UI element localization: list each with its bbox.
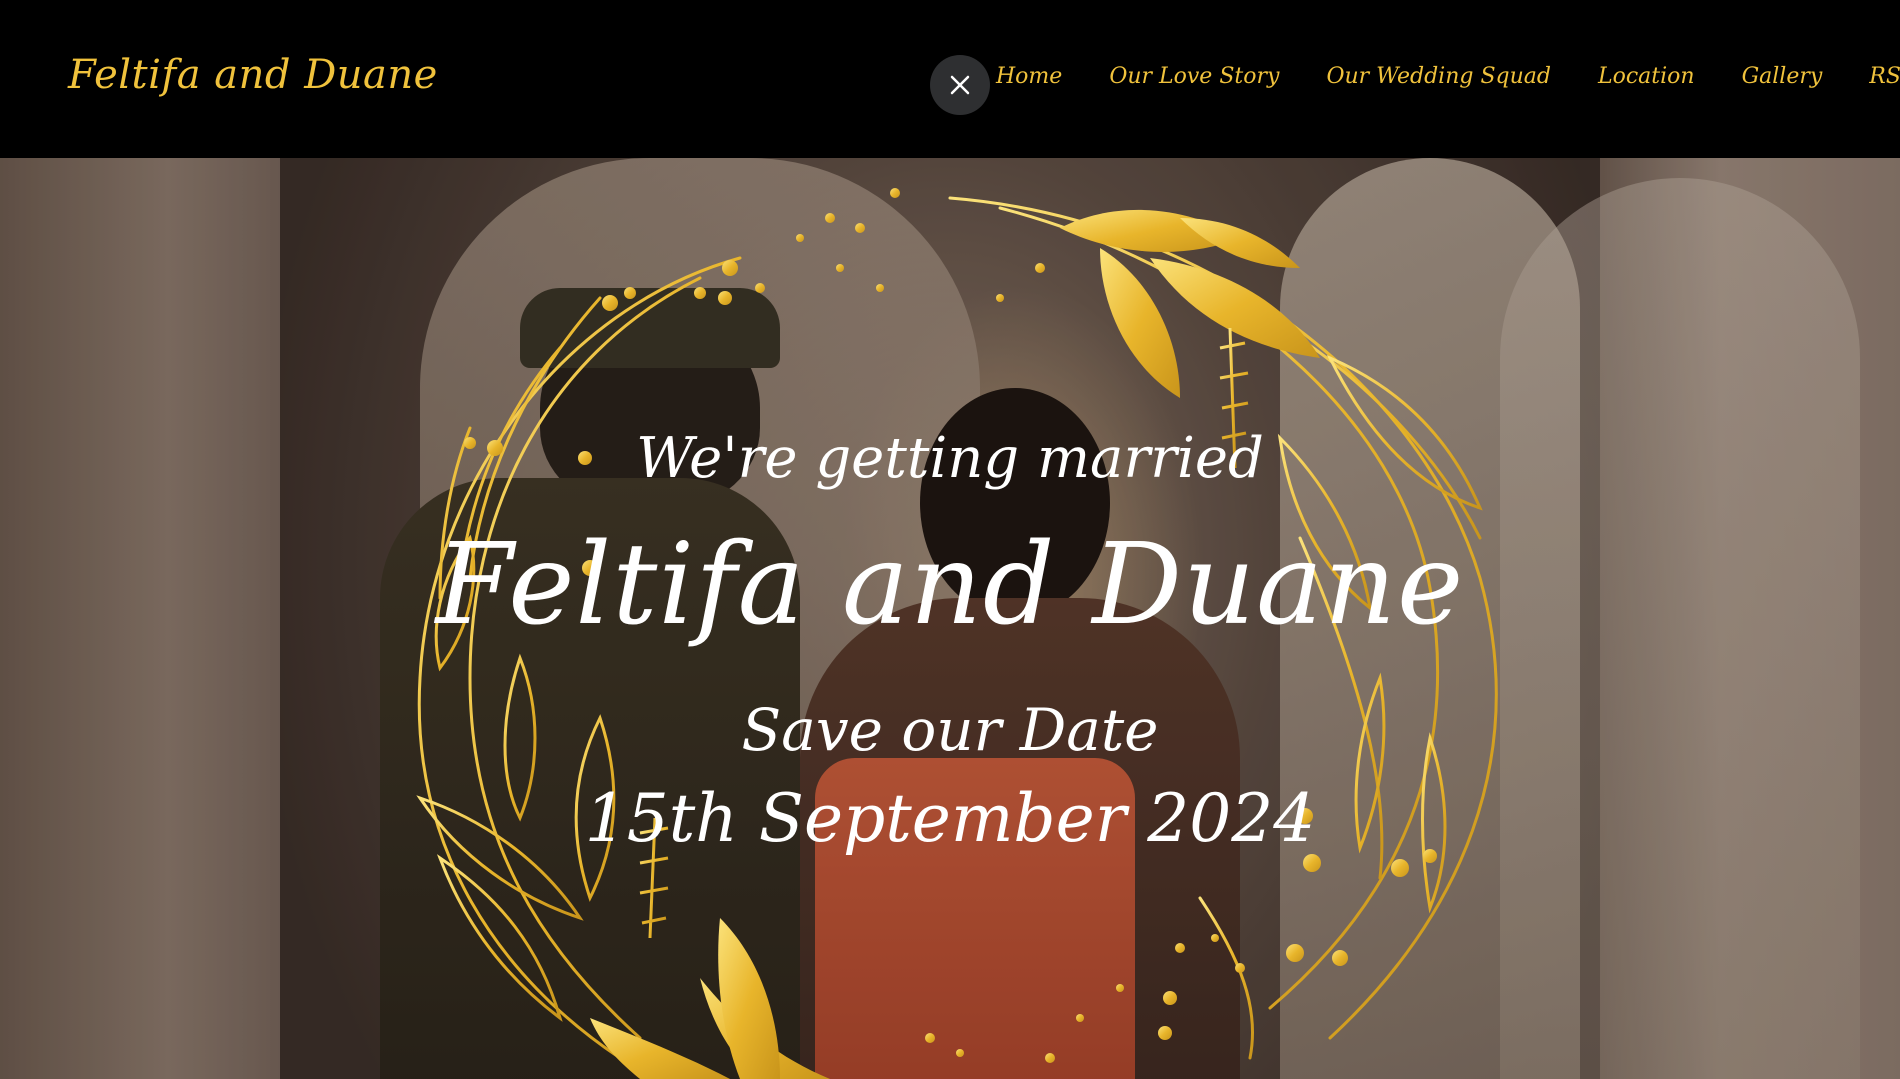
hero-tagline: We're getting married xyxy=(636,426,1264,491)
nav-item-our-love-story[interactable]: Our Love Story xyxy=(1109,64,1279,89)
nav-item-location[interactable]: Location xyxy=(1598,64,1695,89)
hero-text-block: We're getting married Feltifa and Duane … xyxy=(0,158,1900,1079)
nav-item-gallery[interactable]: Gallery xyxy=(1742,64,1823,89)
nav-item-home[interactable]: Home xyxy=(996,64,1062,89)
main-nav: Home Our Love Story Our Wedding Squad Lo… xyxy=(996,64,1900,89)
navbar: Feltifa and Duane Home Our Love Story Ou… xyxy=(0,0,1900,158)
nav-item-rsvp[interactable]: RSVP xyxy=(1869,64,1900,89)
close-menu-button[interactable] xyxy=(930,55,990,115)
wedding-date: 15th September 2024 xyxy=(584,780,1316,857)
brand-logo[interactable]: Feltifa and Duane xyxy=(68,52,438,98)
page: Feltifa and Duane Home Our Love Story Ou… xyxy=(0,0,1900,1079)
hero-section: We're getting married Feltifa and Duane … xyxy=(0,158,1900,1079)
close-icon xyxy=(950,75,970,95)
nav-item-our-wedding-squad[interactable]: Our Wedding Squad xyxy=(1326,64,1551,89)
save-the-date-label: Save our Date xyxy=(741,696,1159,764)
couple-names: Feltifa and Duane xyxy=(435,520,1465,650)
